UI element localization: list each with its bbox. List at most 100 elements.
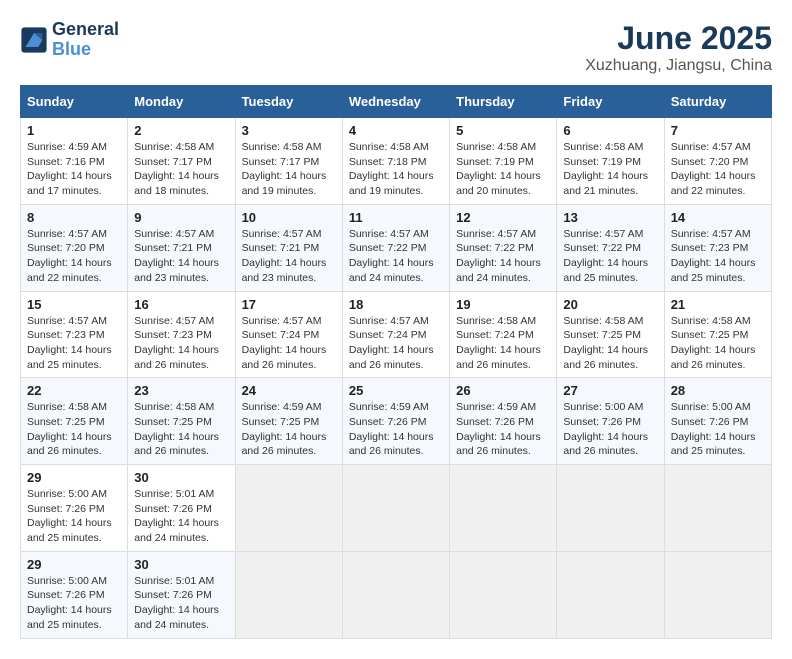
day-info: Sunrise: 4:57 AMSunset: 7:21 PMDaylight:… bbox=[242, 227, 336, 286]
day-info: Sunrise: 4:59 AMSunset: 7:26 PMDaylight:… bbox=[456, 400, 550, 459]
location-title: Xuzhuang, Jiangsu, China bbox=[585, 57, 772, 75]
day-number: 27 bbox=[563, 383, 657, 398]
calendar-day-cell: 27 Sunrise: 5:00 AMSunset: 7:26 PMDayligh… bbox=[557, 378, 664, 465]
day-info: Sunrise: 4:58 AMSunset: 7:17 PMDaylight:… bbox=[242, 140, 336, 199]
day-number: 17 bbox=[242, 297, 336, 312]
day-info: Sunrise: 4:58 AMSunset: 7:25 PMDaylight:… bbox=[671, 314, 765, 373]
day-number: 22 bbox=[27, 383, 121, 398]
day-info: Sunrise: 4:58 AMSunset: 7:18 PMDaylight:… bbox=[349, 140, 443, 199]
day-info: Sunrise: 4:58 AMSunset: 7:17 PMDaylight:… bbox=[134, 140, 228, 199]
day-info: Sunrise: 4:57 AMSunset: 7:22 PMDaylight:… bbox=[456, 227, 550, 286]
weekday-header-cell: Saturday bbox=[664, 86, 771, 118]
calendar-day-cell: 12 Sunrise: 4:57 AMSunset: 7:22 PMDayligh… bbox=[450, 204, 557, 291]
day-info: Sunrise: 4:57 AMSunset: 7:24 PMDaylight:… bbox=[242, 314, 336, 373]
day-number: 21 bbox=[671, 297, 765, 312]
logo: General Blue bbox=[20, 20, 119, 60]
logo-icon bbox=[20, 26, 48, 54]
calendar-day-cell: 10Sunrise: 4:57 AMSunset: 7:21 PMDayligh… bbox=[235, 204, 342, 291]
calendar-week-row: 29 Sunrise: 5:00 AMSunset: 7:26 PMDayligh… bbox=[21, 551, 772, 638]
day-number: 8 bbox=[27, 210, 121, 225]
weekday-header-cell: Monday bbox=[128, 86, 235, 118]
calendar-day-cell: 9Sunrise: 4:57 AMSunset: 7:21 PMDaylight… bbox=[128, 204, 235, 291]
day-number: 29 bbox=[27, 470, 121, 485]
calendar-week-row: 15 Sunrise: 4:57 AMSunset: 7:23 PMDayligh… bbox=[21, 291, 772, 378]
calendar-day-cell bbox=[235, 465, 342, 552]
day-number: 6 bbox=[563, 123, 657, 138]
calendar-week-row: 8Sunrise: 4:57 AMSunset: 7:20 PMDaylight… bbox=[21, 204, 772, 291]
day-info: Sunrise: 5:01 AMSunset: 7:26 PMDaylight:… bbox=[134, 574, 228, 633]
calendar-day-cell: 25Sunrise: 4:59 AMSunset: 7:26 PMDayligh… bbox=[342, 378, 449, 465]
calendar-day-cell: 29 Sunrise: 5:00 AMSunset: 7:26 PMDayligh… bbox=[21, 465, 128, 552]
calendar-day-cell: 30Sunrise: 5:01 AMSunset: 7:26 PMDayligh… bbox=[128, 465, 235, 552]
calendar-day-cell: 16Sunrise: 4:57 AMSunset: 7:23 PMDayligh… bbox=[128, 291, 235, 378]
calendar-week-row: 29 Sunrise: 5:00 AMSunset: 7:26 PMDayligh… bbox=[21, 465, 772, 552]
day-info: Sunrise: 5:00 AMSunset: 7:26 PMDaylight:… bbox=[563, 400, 657, 459]
weekday-header-cell: Wednesday bbox=[342, 86, 449, 118]
calendar-day-cell: 29 Sunrise: 5:00 AMSunset: 7:26 PMDayligh… bbox=[21, 551, 128, 638]
calendar-day-cell bbox=[235, 551, 342, 638]
day-number: 19 bbox=[456, 297, 550, 312]
weekday-header: SundayMondayTuesdayWednesdayThursdayFrid… bbox=[21, 86, 772, 118]
day-info: Sunrise: 4:57 AMSunset: 7:23 PMDaylight:… bbox=[134, 314, 228, 373]
day-info: Sunrise: 4:59 AMSunset: 7:25 PMDaylight:… bbox=[242, 400, 336, 459]
day-number: 18 bbox=[349, 297, 443, 312]
calendar-day-cell: 26 Sunrise: 4:59 AMSunset: 7:26 PMDayligh… bbox=[450, 378, 557, 465]
calendar-day-cell: 21 Sunrise: 4:58 AMSunset: 7:25 PMDayligh… bbox=[664, 291, 771, 378]
calendar-day-cell: 5Sunrise: 4:58 AMSunset: 7:19 PMDaylight… bbox=[450, 118, 557, 205]
day-info: Sunrise: 4:58 AMSunset: 7:19 PMDaylight:… bbox=[563, 140, 657, 199]
day-number: 14 bbox=[671, 210, 765, 225]
weekday-header-cell: Sunday bbox=[21, 86, 128, 118]
weekday-header-cell: Friday bbox=[557, 86, 664, 118]
day-number: 2 bbox=[134, 123, 228, 138]
day-number: 23 bbox=[134, 383, 228, 398]
day-number: 15 bbox=[27, 297, 121, 312]
calendar-day-cell bbox=[342, 551, 449, 638]
calendar-day-cell: 30Sunrise: 5:01 AMSunset: 7:26 PMDayligh… bbox=[128, 551, 235, 638]
day-info: Sunrise: 4:58 AMSunset: 7:25 PMDaylight:… bbox=[134, 400, 228, 459]
day-info: Sunrise: 4:57 AMSunset: 7:22 PMDaylight:… bbox=[563, 227, 657, 286]
day-number: 5 bbox=[456, 123, 550, 138]
calendar-day-cell: 3Sunrise: 4:58 AMSunset: 7:17 PMDaylight… bbox=[235, 118, 342, 205]
calendar-day-cell bbox=[557, 551, 664, 638]
calendar-day-cell bbox=[342, 465, 449, 552]
calendar-day-cell: 6 Sunrise: 4:58 AMSunset: 7:19 PMDaylight… bbox=[557, 118, 664, 205]
day-number: 28 bbox=[671, 383, 765, 398]
calendar-day-cell: 15 Sunrise: 4:57 AMSunset: 7:23 PMDayligh… bbox=[21, 291, 128, 378]
day-info: Sunrise: 5:01 AMSunset: 7:26 PMDaylight:… bbox=[134, 487, 228, 546]
day-info: Sunrise: 4:57 AMSunset: 7:24 PMDaylight:… bbox=[349, 314, 443, 373]
calendar-day-cell: 13Sunrise: 4:57 AMSunset: 7:22 PMDayligh… bbox=[557, 204, 664, 291]
calendar-day-cell: 4 Sunrise: 4:58 AMSunset: 7:18 PMDaylight… bbox=[342, 118, 449, 205]
header: General Blue June 2025 Xuzhuang, Jiangsu… bbox=[20, 20, 772, 75]
day-info: Sunrise: 4:59 AMSunset: 7:16 PMDaylight:… bbox=[27, 140, 121, 199]
day-number: 1 bbox=[27, 123, 121, 138]
day-info: Sunrise: 4:59 AMSunset: 7:26 PMDaylight:… bbox=[349, 400, 443, 459]
calendar-day-cell: 2 Sunrise: 4:58 AMSunset: 7:17 PMDaylight… bbox=[128, 118, 235, 205]
day-info: Sunrise: 4:58 AMSunset: 7:24 PMDaylight:… bbox=[456, 314, 550, 373]
day-number: 29 bbox=[27, 557, 121, 572]
day-number: 26 bbox=[456, 383, 550, 398]
calendar-week-row: 22 Sunrise: 4:58 AMSunset: 7:25 PMDayligh… bbox=[21, 378, 772, 465]
calendar-day-cell bbox=[664, 551, 771, 638]
day-info: Sunrise: 5:00 AMSunset: 7:26 PMDaylight:… bbox=[27, 574, 121, 633]
calendar-day-cell: 17 Sunrise: 4:57 AMSunset: 7:24 PMDayligh… bbox=[235, 291, 342, 378]
calendar-day-cell: 20Sunrise: 4:58 AMSunset: 7:25 PMDayligh… bbox=[557, 291, 664, 378]
calendar-day-cell: 19 Sunrise: 4:58 AMSunset: 7:24 PMDayligh… bbox=[450, 291, 557, 378]
day-number: 11 bbox=[349, 210, 443, 225]
calendar-day-cell: 11 Sunrise: 4:57 AMSunset: 7:22 PMDayligh… bbox=[342, 204, 449, 291]
day-info: Sunrise: 4:58 AMSunset: 7:25 PMDaylight:… bbox=[27, 400, 121, 459]
day-info: Sunrise: 5:00 AMSunset: 7:26 PMDaylight:… bbox=[27, 487, 121, 546]
day-number: 4 bbox=[349, 123, 443, 138]
day-info: Sunrise: 4:57 AMSunset: 7:22 PMDaylight:… bbox=[349, 227, 443, 286]
calendar-day-cell bbox=[450, 551, 557, 638]
calendar-day-cell: 24Sunrise: 4:59 AMSunset: 7:25 PMDayligh… bbox=[235, 378, 342, 465]
day-info: Sunrise: 4:57 AMSunset: 7:23 PMDaylight:… bbox=[27, 314, 121, 373]
calendar-day-cell: 8Sunrise: 4:57 AMSunset: 7:20 PMDaylight… bbox=[21, 204, 128, 291]
day-number: 20 bbox=[563, 297, 657, 312]
day-info: Sunrise: 4:57 AMSunset: 7:21 PMDaylight:… bbox=[134, 227, 228, 286]
calendar-day-cell bbox=[557, 465, 664, 552]
title-area: June 2025 Xuzhuang, Jiangsu, China bbox=[585, 20, 772, 75]
calendar-day-cell: 23 Sunrise: 4:58 AMSunset: 7:25 PMDayligh… bbox=[128, 378, 235, 465]
day-number: 12 bbox=[456, 210, 550, 225]
day-info: Sunrise: 5:00 AMSunset: 7:26 PMDaylight:… bbox=[671, 400, 765, 459]
calendar-day-cell bbox=[664, 465, 771, 552]
